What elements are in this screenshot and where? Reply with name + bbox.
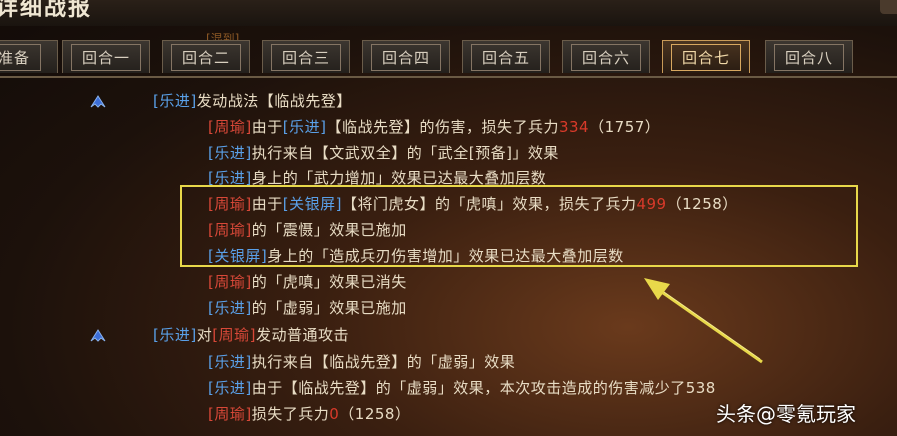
log-line-cut bbox=[208, 428, 508, 436]
log-line: [周瑜]由于[乐进]【临战先登】的伤害，损失了兵力334（1757） bbox=[208, 115, 660, 139]
tab-label: 回合七 bbox=[670, 43, 741, 71]
tab-label: 回合四 bbox=[370, 43, 441, 71]
general-name: [乐进] bbox=[282, 118, 327, 136]
tab-label: 回合一 bbox=[70, 43, 141, 71]
general-name: [乐进] bbox=[153, 326, 197, 344]
tab-round-1[interactable]: 回合一 bbox=[62, 40, 150, 73]
log-text: 执行来自【文武双全】的「武全[预备]」效果 bbox=[251, 144, 559, 162]
log-text: 发动战法【临战先登】 bbox=[196, 92, 352, 110]
tab-label: 回合三 bbox=[270, 43, 341, 71]
close-icon[interactable] bbox=[880, 0, 897, 14]
log-text: 由于【临战先登】的「虚弱」效果，本次攻击造成的伤害减少了538 bbox=[251, 379, 716, 397]
log-text: 的「虚弱」效果已施加 bbox=[251, 299, 407, 317]
tab-label: 回合六 bbox=[570, 43, 641, 71]
tab-round-2[interactable]: 回合二 bbox=[162, 40, 250, 73]
window-title: 详细战报 bbox=[0, 0, 93, 21]
general-name: [乐进] bbox=[208, 379, 252, 397]
general-name: [乐进] bbox=[208, 144, 252, 162]
log-text: 对 bbox=[196, 326, 213, 344]
log-line: [周瑜]的「虎嗔」效果已消失 bbox=[208, 270, 407, 294]
highlight-box bbox=[180, 185, 858, 267]
remaining-troops: （1258） bbox=[339, 405, 411, 423]
log-line: [乐进]执行来自【临战先登】的「虚弱」效果 bbox=[208, 350, 515, 374]
general-name: [周瑜] bbox=[208, 118, 252, 136]
general-name: [周瑜] bbox=[208, 405, 252, 423]
general-name: [周瑜] bbox=[212, 326, 256, 344]
general-name: [乐进] bbox=[153, 92, 197, 110]
log-text: 执行来自【临战先登】的「虚弱」效果 bbox=[251, 353, 516, 371]
tab-round-7[interactable]: 回合七 bbox=[662, 40, 750, 73]
log-line: [周瑜]损失了兵力0（1258） bbox=[208, 402, 410, 426]
log-text: 损失了兵力 bbox=[251, 405, 330, 423]
log-line: [乐进]的「虚弱」效果已施加 bbox=[208, 296, 407, 320]
tab-round-4[interactable]: 回合四 bbox=[362, 40, 450, 73]
annotation-arrow-icon bbox=[644, 278, 763, 364]
general-name: [周瑜] bbox=[208, 273, 252, 291]
round-tabs: 准备 回合一 回合二 回合三 回合四 回合五 回合六 回合七 回合八 bbox=[0, 40, 897, 78]
log-text: 由于 bbox=[251, 118, 283, 136]
damage-value: 334 bbox=[558, 118, 590, 136]
tab-round-6[interactable]: 回合六 bbox=[562, 40, 650, 73]
tab-round-8[interactable]: 回合八 bbox=[765, 40, 853, 73]
log-text: 【临战先登】的伤害，损失了兵力 bbox=[326, 118, 559, 136]
general-name: [乐进] bbox=[208, 299, 252, 317]
general-name: [乐进] bbox=[208, 353, 252, 371]
log-text: 发动普通攻击 bbox=[255, 326, 349, 344]
tab-label: 回合八 bbox=[773, 43, 844, 71]
tab-prepare[interactable]: 准备 bbox=[0, 40, 58, 73]
log-line: [乐进]执行来自【文武双全】的「武全[预备]」效果 bbox=[208, 141, 559, 165]
tab-label: 准备 bbox=[0, 43, 41, 71]
title-bar: 详细战报 bbox=[0, 0, 897, 26]
damage-value: 0 bbox=[329, 405, 340, 423]
tab-label: 回合二 bbox=[170, 43, 241, 71]
log-line: [乐进]对[周瑜]发动普通攻击 bbox=[153, 323, 349, 347]
tab-label: 回合五 bbox=[470, 43, 541, 71]
tab-round-5[interactable]: 回合五 bbox=[462, 40, 550, 73]
flame-skill-icon bbox=[90, 95, 106, 108]
watermark: 头条@零氪玩家 bbox=[716, 402, 856, 426]
log-line: [乐进]发动战法【临战先登】 bbox=[153, 89, 352, 113]
log-text: 的「虎嗔」效果已消失 bbox=[251, 273, 407, 291]
log-line: [乐进]由于【临战先登】的「虚弱」效果，本次攻击造成的伤害减少了538 bbox=[208, 376, 716, 400]
remaining-troops: （1757） bbox=[589, 118, 661, 136]
flame-skill-icon bbox=[90, 329, 106, 342]
tab-round-3[interactable]: 回合三 bbox=[262, 40, 350, 73]
